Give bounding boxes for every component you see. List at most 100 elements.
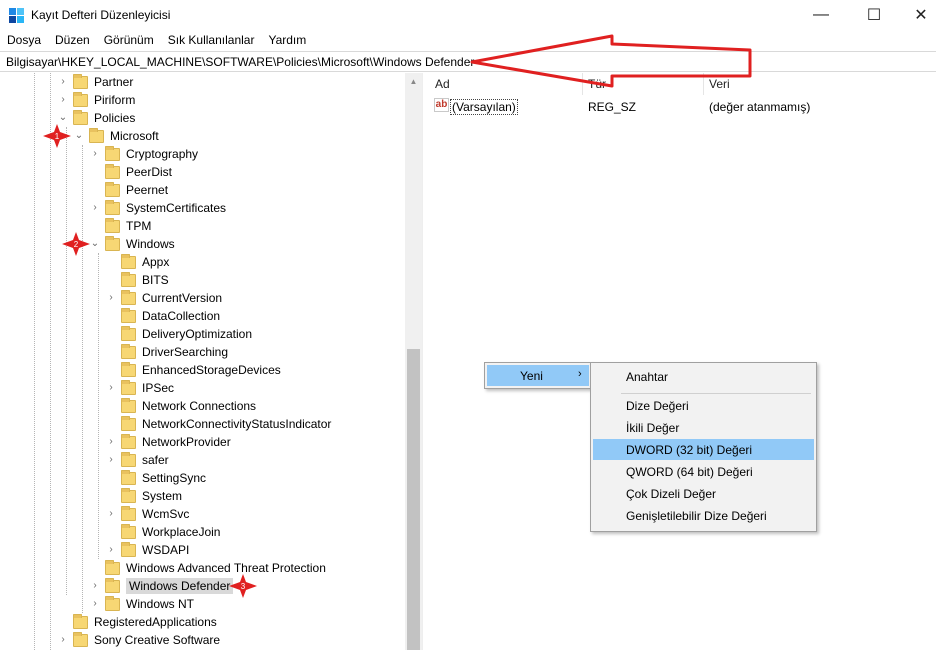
collapse-chevron-icon[interactable]: ⌄: [74, 131, 84, 141]
tree-item[interactable]: DeliveryOptimization: [106, 325, 252, 343]
tree-item[interactable]: DataCollection: [106, 307, 220, 325]
folder-icon: [121, 361, 136, 377]
tree-item[interactable]: ⌄ Microsoft: [74, 127, 159, 145]
tree-item[interactable]: WorkplaceJoin: [106, 523, 220, 541]
scroll-up-icon[interactable]: ▲: [405, 73, 422, 90]
expand-chevron-icon[interactable]: [106, 365, 116, 375]
expand-chevron-icon[interactable]: ›: [90, 149, 100, 159]
expand-chevron-icon[interactable]: [106, 347, 116, 357]
menu-item-dword-value[interactable]: DWORD (32 bit) Değeri: [593, 439, 814, 460]
menu-view[interactable]: Görünüm: [97, 31, 161, 51]
folder-icon: [121, 541, 136, 557]
folder-icon: [73, 109, 88, 125]
collapse-chevron-icon[interactable]: ⌄: [90, 239, 100, 249]
menu-help[interactable]: Yardım: [261, 31, 313, 51]
expand-chevron-icon[interactable]: [106, 473, 116, 483]
menu-item-string-value[interactable]: Dize Değeri: [593, 395, 814, 416]
collapse-chevron-icon[interactable]: ⌄: [58, 113, 68, 123]
expand-chevron-icon[interactable]: [106, 401, 116, 411]
menu-favorites[interactable]: Sık Kullanılanlar: [161, 31, 262, 51]
menu-item-qword-value[interactable]: QWORD (64 bit) Değeri: [593, 461, 814, 482]
column-header-data[interactable]: Veri: [709, 77, 730, 91]
address-bar[interactable]: Bilgisayar\HKEY_LOCAL_MACHINE\SOFTWARE\P…: [0, 51, 936, 72]
folder-icon: [121, 451, 136, 467]
expand-chevron-icon[interactable]: ›: [58, 635, 68, 645]
column-divider[interactable]: [703, 73, 704, 95]
expand-chevron-icon[interactable]: [106, 257, 116, 267]
expand-chevron-icon[interactable]: ›: [58, 95, 68, 105]
expand-chevron-icon[interactable]: [106, 491, 116, 501]
tree-item[interactable]: EnhancedStorageDevices: [106, 361, 281, 379]
menu-edit[interactable]: Düzen: [48, 31, 97, 51]
tree-item[interactable]: › Windows NT: [90, 595, 194, 613]
title-bar: Kayıt Defteri Düzenleyicisi — ☐ ✕: [0, 0, 936, 30]
tree-item[interactable]: SettingSync: [106, 469, 206, 487]
expand-chevron-icon[interactable]: [106, 527, 116, 537]
expand-chevron-icon[interactable]: [106, 275, 116, 285]
tree-item[interactable]: TPM: [90, 217, 151, 235]
expand-chevron-icon[interactable]: [90, 563, 100, 573]
folder-icon: [73, 631, 88, 647]
column-divider[interactable]: [582, 73, 583, 95]
expand-chevron-icon[interactable]: ›: [106, 383, 116, 393]
tree-item[interactable]: PeerDist: [90, 163, 172, 181]
tree-item[interactable]: Network Connections: [106, 397, 256, 415]
expand-chevron-icon[interactable]: [106, 419, 116, 429]
expand-chevron-icon[interactable]: ›: [106, 545, 116, 555]
tree-item[interactable]: › IPSec: [106, 379, 174, 397]
tree-item[interactable]: NetworkConnectivityStatusIndicator: [106, 415, 331, 433]
expand-chevron-icon[interactable]: ›: [90, 203, 100, 213]
tree-item[interactable]: RegisteredApplications: [58, 613, 217, 631]
expand-chevron-icon[interactable]: [90, 167, 100, 177]
value-row[interactable]: ab (Varsayılan) REG_SZ (değer atanmamış): [427, 97, 936, 115]
tree-item[interactable]: BITS: [106, 271, 169, 289]
tree-item[interactable]: System: [106, 487, 182, 505]
scrollbar-thumb[interactable]: [407, 349, 420, 650]
menu-item-expandable-string-value[interactable]: Genişletilebilir Dize Değeri: [593, 505, 814, 526]
column-header-type[interactable]: Tür: [588, 77, 606, 91]
tree-item[interactable]: › SystemCertificates: [90, 199, 226, 217]
menu-file[interactable]: Dosya: [0, 31, 48, 51]
expand-chevron-icon[interactable]: [106, 329, 116, 339]
tree-scrollbar[interactable]: ▲: [405, 73, 422, 650]
folder-icon: [105, 163, 120, 179]
maximize-button[interactable]: ☐: [851, 0, 897, 30]
tree-item[interactable]: › Cryptography: [90, 145, 198, 163]
expand-chevron-icon[interactable]: ›: [106, 437, 116, 447]
folder-icon: [121, 469, 136, 485]
tree-item[interactable]: DriverSearching: [106, 343, 228, 361]
expand-chevron-icon[interactable]: [90, 221, 100, 231]
menu-item-binary-value[interactable]: İkili Değer: [593, 417, 814, 438]
expand-chevron-icon[interactable]: ›: [58, 77, 68, 87]
expand-chevron-icon[interactable]: [106, 311, 116, 321]
tree-item[interactable]: › Piriform: [58, 91, 135, 109]
tree-item-selected[interactable]: › Windows Defender: [90, 577, 234, 595]
tree-item[interactable]: › safer: [106, 451, 169, 469]
expand-chevron-icon[interactable]: [90, 185, 100, 195]
expand-chevron-icon[interactable]: ›: [106, 293, 116, 303]
expand-chevron-icon[interactable]: ›: [90, 599, 100, 609]
expand-chevron-icon[interactable]: ›: [106, 455, 116, 465]
tree-item[interactable]: › CurrentVersion: [106, 289, 222, 307]
minimize-button[interactable]: —: [798, 0, 844, 30]
tree-item[interactable]: Windows Advanced Threat Protection: [90, 559, 326, 577]
expand-chevron-icon[interactable]: [58, 617, 68, 627]
menu-item-key[interactable]: Anahtar: [593, 366, 814, 387]
tree-item[interactable]: Peernet: [90, 181, 168, 199]
close-button[interactable]: ✕: [898, 0, 936, 30]
tree-item[interactable]: Appx: [106, 253, 169, 271]
expand-chevron-icon[interactable]: ›: [90, 581, 100, 591]
column-header-name[interactable]: Ad: [435, 77, 450, 91]
tree-item[interactable]: › Partner: [58, 73, 133, 91]
tree-item[interactable]: ⌄ Windows: [90, 235, 175, 253]
tree-item[interactable]: › WcmSvc: [106, 505, 189, 523]
tree-item[interactable]: ⌄ Policies: [58, 109, 135, 127]
menu-bar: Dosya Düzen Görünüm Sık Kullanılanlar Ya…: [0, 31, 936, 51]
menu-item-new[interactable]: Yeni ›: [487, 365, 589, 386]
tree-item[interactable]: › Sony Creative Software: [58, 631, 220, 649]
registry-tree[interactable]: › Partner › Piriform ⌄ Policies ⌄ Microsoft …: [0, 73, 422, 650]
tree-item[interactable]: › NetworkProvider: [106, 433, 231, 451]
tree-item[interactable]: › WSDAPI: [106, 541, 189, 559]
expand-chevron-icon[interactable]: ›: [106, 509, 116, 519]
menu-item-multi-string-value[interactable]: Çok Dizeli Değer: [593, 483, 814, 504]
